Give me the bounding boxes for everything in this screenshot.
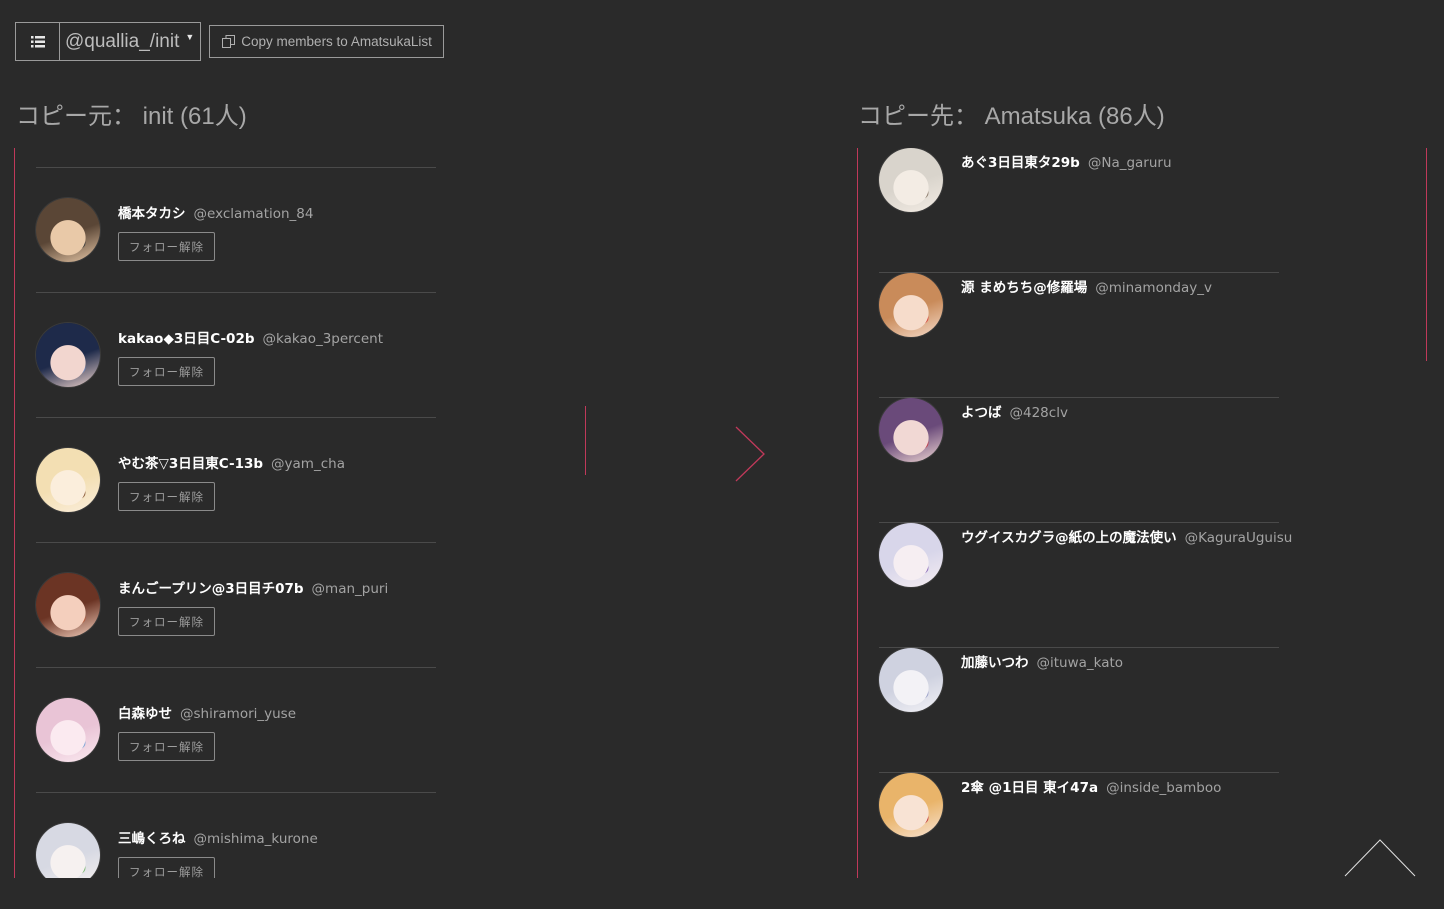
avatar[interactable] bbox=[879, 398, 943, 462]
avatar[interactable] bbox=[36, 573, 100, 637]
user-display-name: 橋本タカシ bbox=[118, 206, 186, 222]
unfollow-button[interactable]: フォロー解除 bbox=[118, 732, 215, 761]
user-handle[interactable]: @yam_cha bbox=[271, 456, 345, 472]
toolbar: @quallia_/init ▼ Copy members to Amatsuk… bbox=[15, 22, 444, 61]
avatar[interactable] bbox=[36, 698, 100, 762]
source-user-list: 橋本タカシ @exclamation_84 フォロー解除 kakao◆3日目C-02… bbox=[36, 167, 436, 878]
user-handle[interactable]: @shiramori_yuse bbox=[180, 706, 296, 722]
unfollow-button[interactable]: フォロー解除 bbox=[118, 357, 215, 386]
list-item: 白森ゆせ @shiramori_yuse フォロー解除 bbox=[36, 668, 436, 793]
list-item: あぐ3日目東タ29b @Na_garuru bbox=[879, 148, 1279, 273]
destination-user-list: あぐ3日目東タ29b @Na_garuru 源 まめちち@修羅場 @minamond… bbox=[879, 148, 1292, 878]
chevron-right-icon bbox=[735, 426, 765, 482]
avatar[interactable] bbox=[879, 273, 943, 337]
user-handle[interactable]: @mishima_kurone bbox=[194, 831, 318, 847]
user-display-name: 2傘 @1日目 東イ47a bbox=[961, 780, 1099, 796]
account-select-value: @quallia_/init bbox=[65, 30, 180, 52]
source-heading: コピー元： init (61人) bbox=[16, 103, 247, 130]
avatar[interactable] bbox=[879, 773, 943, 837]
list-item: 橋本タカシ @exclamation_84 フォロー解除 bbox=[36, 168, 436, 293]
avatar[interactable] bbox=[36, 323, 100, 387]
list-item: kakao◆3日目C-02b @kakao_3percent フォロー解除 bbox=[36, 293, 436, 418]
list-toggle-button[interactable] bbox=[15, 22, 59, 61]
user-handle[interactable]: @kakao_3percent bbox=[263, 331, 384, 347]
list-item: やむ茶▽3日目東C-13b @yam_cha フォロー解除 bbox=[36, 418, 436, 543]
scrollbar[interactable] bbox=[1426, 148, 1427, 361]
unfollow-button[interactable]: フォロー解除 bbox=[118, 232, 215, 261]
avatar[interactable] bbox=[879, 648, 943, 712]
user-display-name: 三嶋くろね bbox=[118, 831, 186, 847]
copy-members-label: Copy members to AmatsukaList bbox=[241, 34, 432, 49]
user-display-name: ウグイスカグラ@紙の上の魔法使い bbox=[961, 530, 1177, 546]
avatar[interactable] bbox=[36, 823, 100, 878]
user-handle[interactable]: @inside_bamboo bbox=[1106, 780, 1221, 796]
user-handle[interactable]: @ituwa_kato bbox=[1037, 655, 1124, 671]
list-item: よつば @428clv bbox=[879, 398, 1279, 523]
avatar[interactable] bbox=[879, 148, 943, 212]
avatar[interactable] bbox=[879, 523, 943, 587]
user-handle[interactable]: @man_puri bbox=[312, 581, 389, 597]
copy-members-button[interactable]: Copy members to AmatsukaList bbox=[209, 25, 444, 58]
list-item: まんごープリン@3日目チ07b @man_puri フォロー解除 bbox=[36, 543, 436, 668]
user-handle[interactable]: @428clv bbox=[1010, 405, 1068, 421]
divider-line bbox=[585, 406, 586, 475]
unfollow-button[interactable]: フォロー解除 bbox=[118, 482, 215, 511]
user-display-name: kakao◆3日目C-02b bbox=[118, 331, 255, 347]
list-item: 源 まめちち@修羅場 @minamonday_v bbox=[879, 273, 1279, 398]
avatar[interactable] bbox=[36, 198, 100, 262]
list-item: ウグイスカグラ@紙の上の魔法使い @KaguraUguisu bbox=[879, 523, 1292, 648]
user-display-name: 源 まめちち@修羅場 bbox=[961, 280, 1088, 296]
user-display-name: 白森ゆせ bbox=[118, 706, 172, 722]
user-display-name: 加藤いつわ bbox=[961, 655, 1029, 671]
user-handle[interactable]: @KaguraUguisu bbox=[1185, 530, 1293, 546]
list-item: 加藤いつわ @ituwa_kato bbox=[879, 648, 1279, 773]
account-selector-group: @quallia_/init ▼ bbox=[15, 22, 202, 61]
chevron-up-icon[interactable] bbox=[1343, 838, 1417, 878]
account-select[interactable]: @quallia_/init ▼ bbox=[59, 22, 202, 61]
user-display-name: あぐ3日目東タ29b bbox=[961, 155, 1080, 171]
destination-heading: コピー先： Amatsuka (86人) bbox=[858, 103, 1165, 130]
user-handle[interactable]: @minamonday_v bbox=[1095, 280, 1212, 296]
list-item: 三嶋くろね @mishima_kurone フォロー解除 bbox=[36, 793, 436, 878]
list-item: 2傘 @1日目 東イ47a @inside_bamboo bbox=[879, 773, 1279, 878]
destination-panel[interactable]: あぐ3日目東タ29b @Na_garuru 源 まめちち@修羅場 @minamond… bbox=[857, 148, 1298, 878]
avatar[interactable] bbox=[36, 448, 100, 512]
user-display-name: やむ茶▽3日目東C-13b bbox=[118, 456, 264, 472]
source-panel[interactable]: 橋本タカシ @exclamation_84 フォロー解除 kakao◆3日目C-02… bbox=[14, 148, 455, 878]
list-icon bbox=[30, 35, 45, 47]
unfollow-button[interactable]: フォロー解除 bbox=[118, 607, 215, 636]
unfollow-button[interactable]: フォロー解除 bbox=[118, 857, 215, 878]
caret-down-icon: ▼ bbox=[185, 31, 195, 42]
user-handle[interactable]: @Na_garuru bbox=[1088, 155, 1172, 171]
user-display-name: よつば bbox=[961, 405, 1002, 421]
copy-icon bbox=[222, 34, 236, 49]
user-handle[interactable]: @exclamation_84 bbox=[194, 206, 314, 222]
user-display-name: まんごープリン@3日目チ07b bbox=[118, 581, 304, 597]
